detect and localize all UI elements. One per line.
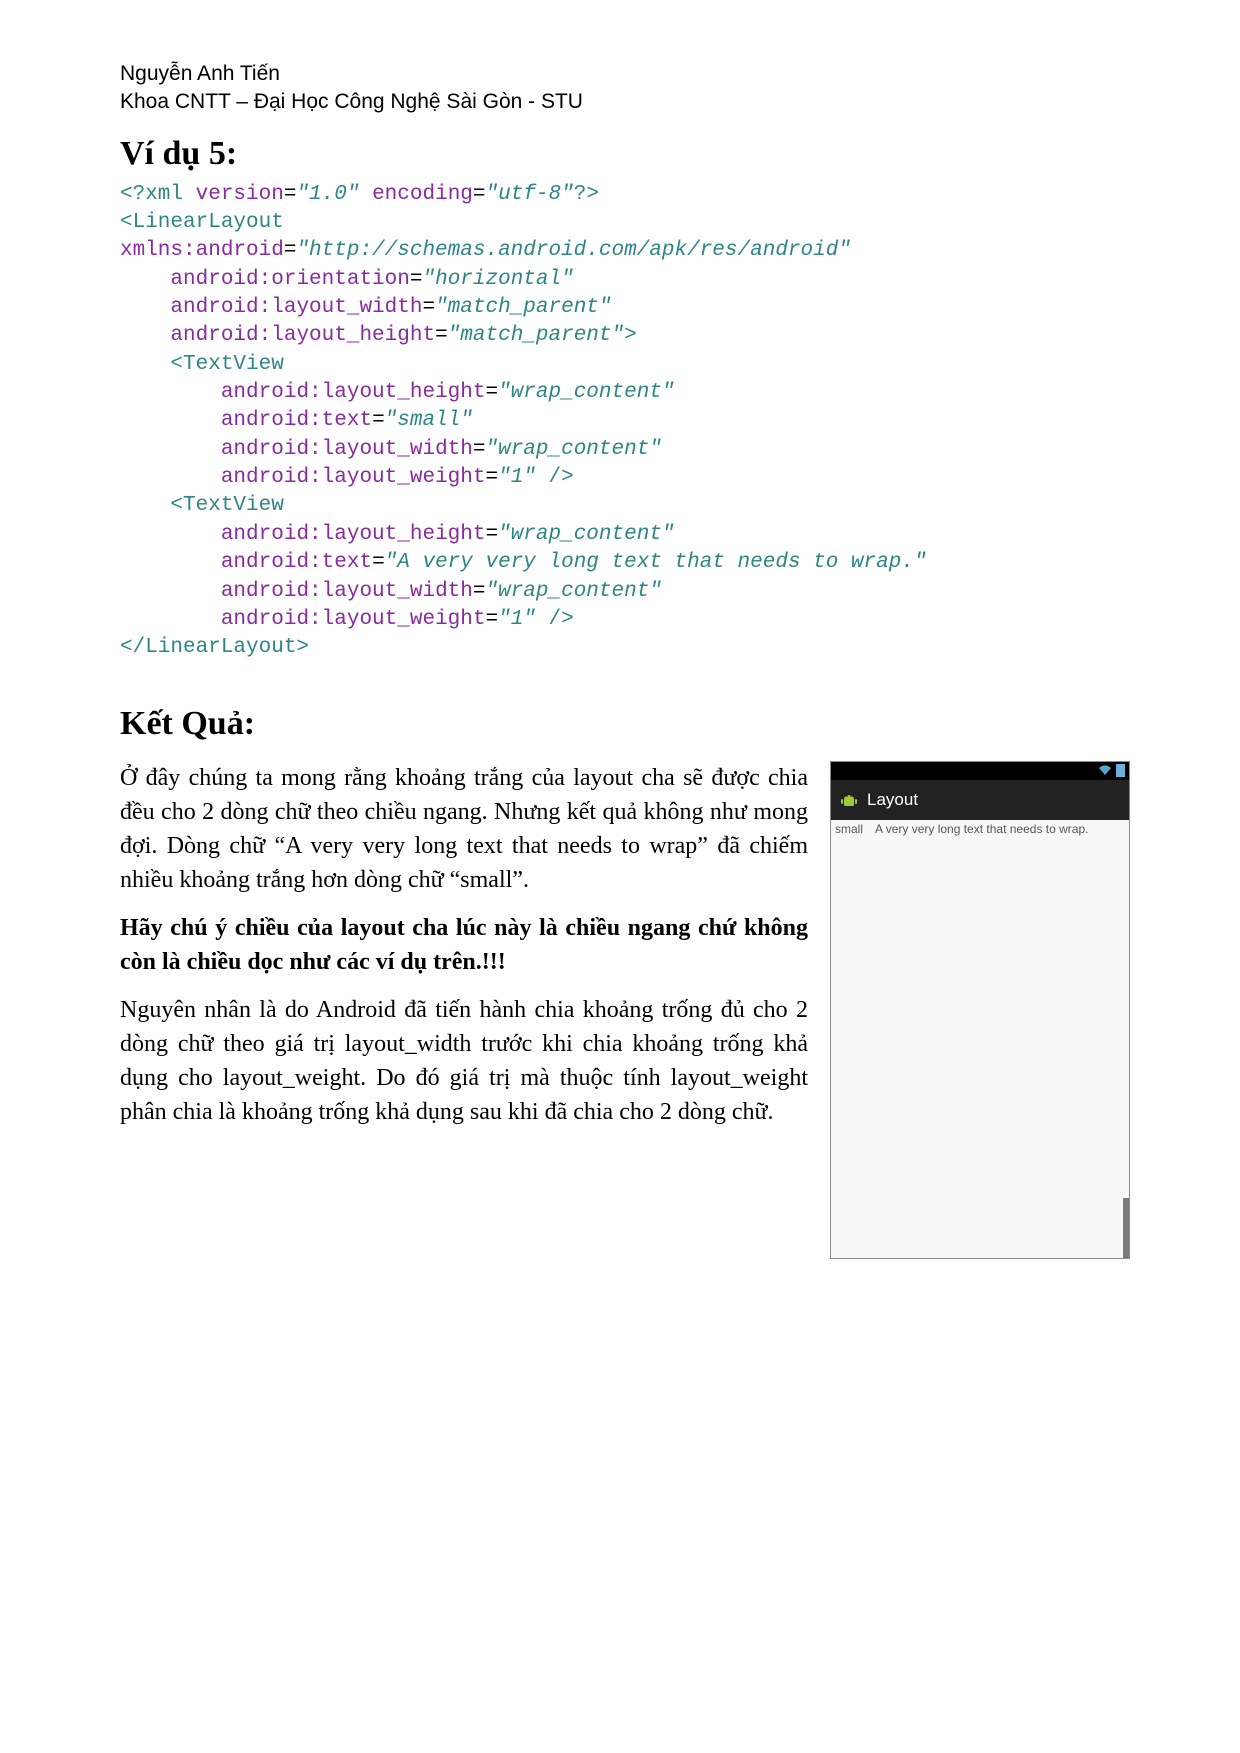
val-wc-3: "wrap_content" xyxy=(498,523,674,546)
xml-decl-open: <?xml xyxy=(120,183,196,206)
val-encoding: "utf-8" xyxy=(486,183,574,206)
phone-column: Layout small A very very long text that … xyxy=(830,761,1130,1259)
android-phone-mock: Layout small A very very long text that … xyxy=(830,761,1130,1259)
android-icon xyxy=(839,790,859,810)
document-page: Nguyễn Anh Tiến Khoa CNTT – Đại Học Công… xyxy=(0,0,1240,1753)
phone-status-bar xyxy=(831,762,1129,780)
phone-text-small: small xyxy=(835,822,863,836)
attr-layout-height: android:layout_height xyxy=(170,324,435,347)
phone-scrollbar xyxy=(1123,1198,1129,1258)
attr-xmlns: xmlns:android xyxy=(120,239,284,262)
tag-sc-1: /> xyxy=(536,466,574,489)
page-header: Nguyễn Anh Tiến Khoa CNTT – Đại Học Công… xyxy=(120,60,1130,117)
val-wc-1: "wrap_content" xyxy=(498,381,674,404)
result-paragraph-bold: Hãy chú ý chiều của layout cha lúc này l… xyxy=(120,911,808,979)
example-heading: Ví dụ 5: xyxy=(120,135,1130,173)
attr-version: version xyxy=(196,183,284,206)
result-paragraph-1: Ở đây chúng ta mong rằng khoảng trắng củ… xyxy=(120,761,808,897)
result-two-column: Ở đây chúng ta mong rằng khoảng trắng củ… xyxy=(120,761,1130,1259)
result-paragraph-3: Nguyên nhân là do Android đã tiến hành c… xyxy=(120,993,808,1129)
wifi-icon xyxy=(1098,765,1112,776)
val-lwt-2: "1" xyxy=(498,608,536,631)
val-wc-2: "wrap_content" xyxy=(485,438,661,461)
phone-app-title: Layout xyxy=(867,790,918,810)
attr-lw-1: android:layout_width xyxy=(221,438,473,461)
val-xmlns: "http://schemas.android.com/apk/res/andr… xyxy=(296,239,851,262)
attr-lh-1: android:layout_height xyxy=(221,381,486,404)
val-wc-4: "wrap_content" xyxy=(485,580,661,603)
xml-code-block: <?xml version="1.0" encoding="utf-8"?> <… xyxy=(120,181,1130,663)
author-affiliation: Khoa CNTT – Đại Học Công Nghệ Sài Gòn - … xyxy=(120,88,1130,116)
attr-layout-width: android:layout_width xyxy=(170,296,422,319)
val-orientation: "horizontal" xyxy=(422,268,573,291)
phone-title-bar: Layout xyxy=(831,780,1129,820)
val-text-long: "A very very long text that needs to wra… xyxy=(385,551,927,574)
xml-decl-close: ?> xyxy=(574,183,599,206)
phone-text-long: A very very long text that needs to wrap… xyxy=(875,822,1125,836)
author-name: Nguyễn Anh Tiến xyxy=(120,60,1130,88)
val-match-parent-2: "match_parent" xyxy=(448,324,624,347)
attr-lwt-2: android:layout_weight xyxy=(221,608,486,631)
tag-sc-2: /> xyxy=(536,608,574,631)
attr-lh-2: android:layout_height xyxy=(221,523,486,546)
result-heading: Kết Quả: xyxy=(120,705,1130,743)
tag-gt: > xyxy=(624,324,637,347)
tag-textview-1: <TextView xyxy=(170,353,283,376)
battery-icon xyxy=(1116,764,1125,777)
val-match-parent: "match_parent" xyxy=(435,296,611,319)
attr-lwt-1: android:layout_weight xyxy=(221,466,486,489)
result-text-column: Ở đây chúng ta mong rằng khoảng trắng củ… xyxy=(120,761,808,1144)
tag-textview-2: <TextView xyxy=(170,494,283,517)
attr-encoding: encoding xyxy=(372,183,473,206)
val-text-small: "small" xyxy=(385,409,473,432)
tag-linearlayout-open: <LinearLayout xyxy=(120,211,284,234)
tag-linearlayout-close: </LinearLayout> xyxy=(120,636,309,659)
attr-text-2: android:text xyxy=(221,551,372,574)
attr-lw-2: android:layout_width xyxy=(221,580,473,603)
attr-text-1: android:text xyxy=(221,409,372,432)
attr-orientation: android:orientation xyxy=(170,268,409,291)
val-lwt-1: "1" xyxy=(498,466,536,489)
val-version: "1.0" xyxy=(296,183,359,206)
phone-content-row: small A very very long text that needs t… xyxy=(831,820,1129,838)
